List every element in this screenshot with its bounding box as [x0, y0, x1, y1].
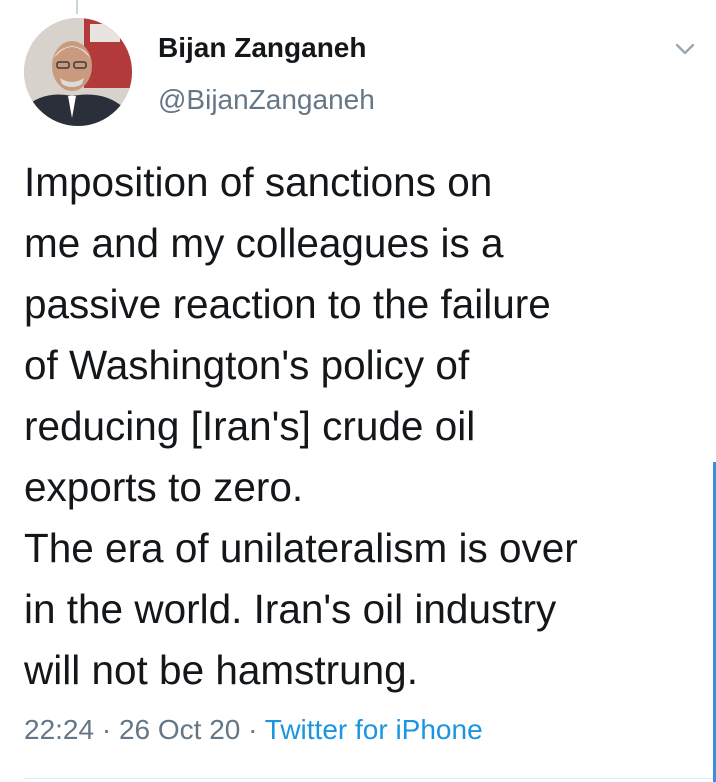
author-handle[interactable]: @BijanZanganeh	[158, 84, 375, 116]
tweet-menu-button[interactable]	[669, 38, 701, 60]
avatar-image	[24, 18, 132, 126]
thread-connector-line	[76, 0, 78, 14]
meta-separator: ·	[248, 714, 258, 745]
tweet-header: Bijan Zanganeh @BijanZanganeh	[24, 18, 716, 128]
author-display-name[interactable]: Bijan Zanganeh	[158, 32, 366, 64]
divider	[24, 778, 716, 779]
tweet-meta: 22:24 · 26 Oct 20 · Twitter for iPhone	[24, 714, 483, 746]
meta-separator: ·	[101, 714, 112, 745]
chevron-down-icon	[675, 43, 695, 55]
avatar[interactable]	[24, 18, 132, 126]
tweet-date[interactable]: 26 Oct 20	[119, 714, 240, 745]
tweet-time[interactable]: 22:24	[24, 714, 94, 745]
tweet-text: Imposition of sanctions on me and my col…	[24, 159, 578, 693]
tweet-source-link[interactable]: Twitter for iPhone	[265, 714, 483, 745]
